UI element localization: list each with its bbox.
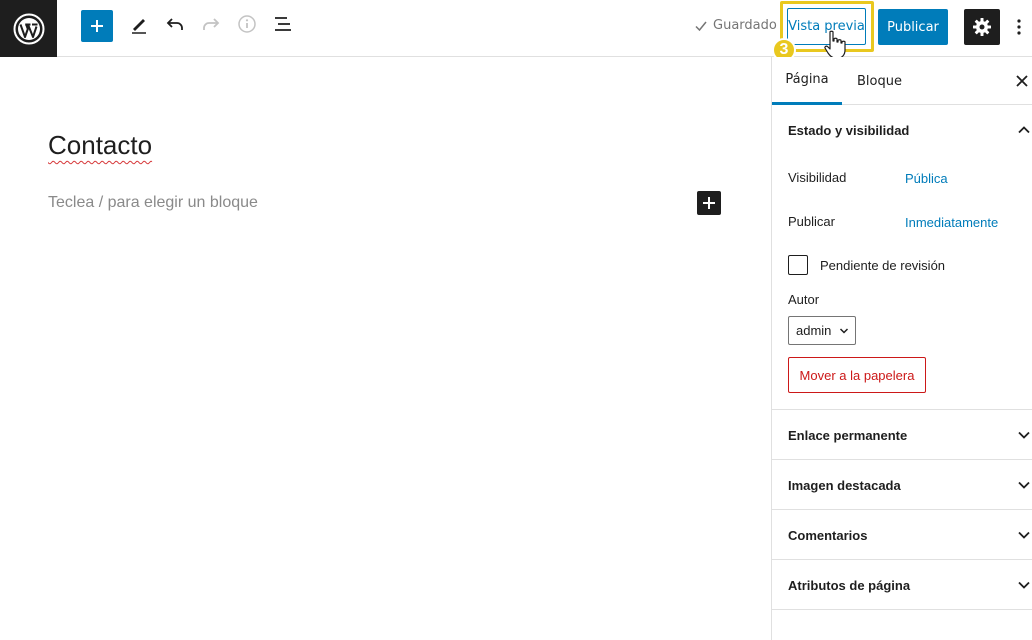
panel-divider — [772, 559, 1032, 560]
close-icon — [1016, 75, 1028, 87]
redo-icon — [203, 18, 220, 30]
more-vertical-icon — [1017, 19, 1021, 35]
author-select[interactable]: admin — [788, 316, 856, 345]
redo-button[interactable] — [199, 12, 223, 36]
panel-divider — [772, 609, 1032, 610]
editor-header: Guardado Vista previa 3 Publicar — [0, 0, 1032, 62]
settings-button[interactable] — [964, 9, 1000, 45]
move-to-trash-button[interactable]: Mover a la papelera — [788, 357, 926, 393]
chevron-up-icon[interactable] — [1016, 122, 1032, 138]
chevron-down-icon[interactable] — [1016, 577, 1032, 593]
panel-divider — [772, 459, 1032, 460]
block-inserter-button[interactable] — [81, 10, 113, 42]
wordpress-logo-button[interactable] — [0, 0, 57, 57]
block-placeholder[interactable]: Teclea / para elegir un bloque — [48, 194, 258, 212]
options-button[interactable] — [1008, 12, 1030, 42]
publish-label: Publicar — [788, 214, 835, 229]
visibility-value-link[interactable]: Pública — [905, 171, 948, 186]
pending-review-checkbox[interactable] — [788, 255, 808, 275]
details-button[interactable] — [235, 12, 259, 36]
plus-icon — [703, 197, 715, 209]
tools-button[interactable] — [127, 12, 151, 36]
panel-divider — [772, 409, 1032, 410]
settings-sidebar: Página Bloque Estado y visibilidad Visib… — [771, 57, 1032, 640]
wordpress-logo-icon — [13, 13, 44, 44]
pending-review-label[interactable]: Pendiente de revisión — [820, 258, 945, 273]
pointer-hand-icon — [824, 30, 846, 59]
undo-button[interactable] — [163, 12, 187, 36]
author-select-value: admin — [796, 323, 832, 338]
comments-panel-title[interactable]: Comentarios — [788, 528, 867, 543]
list-view-button[interactable] — [271, 12, 295, 36]
visibility-label: Visibilidad — [788, 170, 847, 185]
tab-block[interactable]: Bloque — [857, 57, 902, 105]
sidebar-tabs: Página Bloque — [772, 57, 1032, 105]
publish-date-link[interactable]: Inmediatamente — [905, 215, 998, 230]
status-panel-title[interactable]: Estado y visibilidad — [788, 123, 909, 138]
gear-icon — [973, 18, 991, 36]
chevron-down-icon[interactable] — [1016, 527, 1032, 543]
permalink-panel-title[interactable]: Enlace permanente — [788, 428, 907, 443]
undo-icon — [166, 18, 183, 30]
chevron-down-icon — [839, 328, 849, 334]
author-label: Autor — [788, 292, 820, 307]
list-view-icon — [275, 17, 291, 31]
post-title[interactable]: Contacto — [48, 130, 152, 161]
check-icon — [695, 21, 707, 31]
chevron-down-icon[interactable] — [1016, 477, 1032, 493]
add-block-button[interactable] — [697, 191, 721, 215]
page-attributes-panel-title[interactable]: Atributos de página — [788, 578, 910, 593]
panel-divider — [772, 509, 1032, 510]
saved-label: Guardado — [713, 18, 777, 33]
publish-button[interactable]: Publicar — [878, 9, 948, 45]
featured-image-panel-title[interactable]: Imagen destacada — [788, 478, 901, 493]
chevron-down-icon[interactable] — [1016, 427, 1032, 443]
close-sidebar-button[interactable] — [1016, 71, 1032, 91]
pencil-icon — [132, 19, 146, 34]
saved-indicator: Guardado — [694, 18, 777, 33]
plus-icon — [91, 20, 103, 32]
tab-page[interactable]: Página — [772, 57, 842, 105]
info-icon — [238, 15, 256, 33]
